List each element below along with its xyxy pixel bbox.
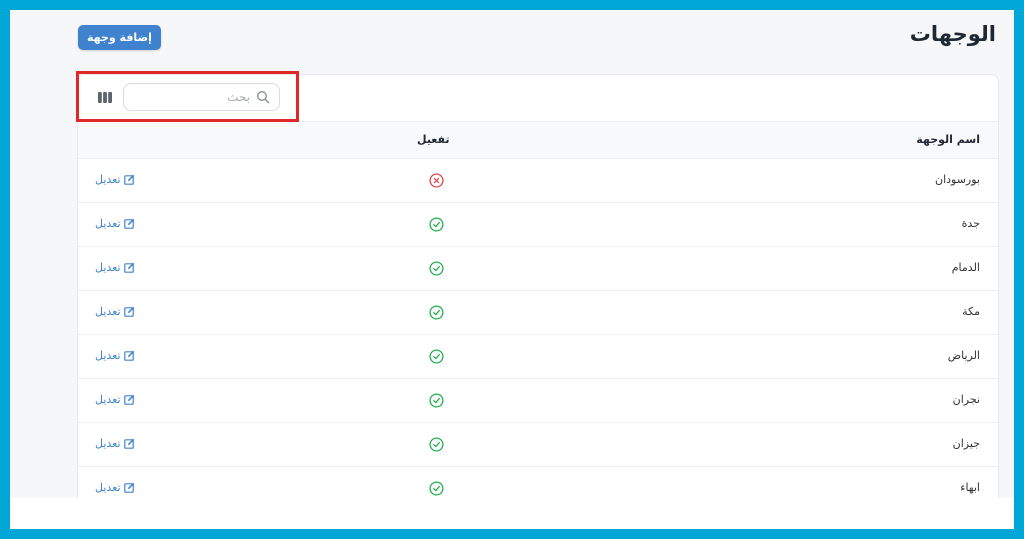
edit-icon	[123, 438, 134, 449]
edit-icon	[123, 218, 134, 229]
table-row: ابهاء تعديل	[78, 467, 998, 498]
table-header: اسم الوجهة تفعيل	[78, 121, 998, 159]
active-status	[429, 481, 444, 498]
edit-link[interactable]: تعديل	[95, 173, 135, 186]
active-status	[429, 305, 444, 324]
edit-link[interactable]: تعديل	[95, 437, 135, 450]
search-input[interactable]	[124, 84, 254, 110]
app-viewport: الوجهات إضافة وجهة اسم الوجهة	[10, 10, 1014, 498]
active-status	[429, 349, 444, 368]
screenshot-frame: الوجهات إضافة وجهة اسم الوجهة	[10, 10, 1014, 529]
edit-label: تعديل	[95, 217, 121, 230]
edit-icon	[123, 174, 134, 185]
destination-name: بورسودان	[935, 173, 980, 186]
column-header-name: اسم الوجهة	[916, 133, 980, 146]
search-icon	[256, 90, 270, 104]
columns-icon[interactable]	[98, 92, 112, 103]
table-toolbar	[78, 75, 998, 121]
active-check-icon	[429, 481, 444, 496]
active-status	[429, 217, 444, 236]
table-row: مكة تعديل	[78, 291, 998, 335]
table-row: جيزان تعديل	[78, 423, 998, 467]
edit-label: تعديل	[95, 261, 121, 274]
active-check-icon	[429, 393, 444, 408]
destination-name: جيزان	[952, 437, 980, 450]
edit-icon	[123, 350, 134, 361]
edit-link[interactable]: تعديل	[95, 393, 135, 406]
search-box[interactable]	[123, 83, 280, 111]
active-status	[429, 261, 444, 280]
edit-label: تعديل	[95, 349, 121, 362]
active-status	[429, 437, 444, 456]
edit-icon	[123, 306, 134, 317]
active-status	[429, 393, 444, 412]
destination-name: مكة	[962, 305, 980, 318]
active-check-icon	[429, 305, 444, 320]
destinations-card: اسم الوجهة تفعيل بورسودانتعديلجدةتعديلال…	[77, 74, 999, 498]
edit-label: تعديل	[95, 437, 121, 450]
destination-name: نجران	[952, 393, 980, 406]
table-row: الرياض تعديل	[78, 335, 998, 379]
inactive-x-icon	[429, 173, 444, 188]
active-status	[429, 173, 444, 192]
edit-icon	[123, 482, 134, 493]
table-row: جدة تعديل	[78, 203, 998, 247]
edit-icon	[123, 394, 134, 405]
add-destination-button[interactable]: إضافة وجهة	[78, 25, 161, 50]
active-check-icon	[429, 437, 444, 452]
table-row: نجران تعديل	[78, 379, 998, 423]
destination-name: ابهاء	[960, 481, 980, 494]
edit-icon	[123, 262, 134, 273]
edit-link[interactable]: تعديل	[95, 217, 135, 230]
table-row: الدمام تعديل	[78, 247, 998, 291]
active-check-icon	[429, 349, 444, 364]
page-title: الوجهات	[909, 22, 996, 46]
edit-link[interactable]: تعديل	[95, 349, 135, 362]
edit-link[interactable]: تعديل	[95, 305, 135, 318]
destination-name: الدمام	[951, 261, 980, 274]
edit-link[interactable]: تعديل	[95, 261, 135, 274]
active-check-icon	[429, 261, 444, 276]
table-row: بورسودان تعديل	[78, 159, 998, 203]
active-check-icon	[429, 217, 444, 232]
edit-link[interactable]: تعديل	[95, 481, 135, 494]
destination-name: جدة	[961, 217, 980, 230]
edit-label: تعديل	[95, 481, 121, 494]
edit-label: تعديل	[95, 173, 121, 186]
column-header-active: تفعيل	[417, 133, 450, 146]
destination-name: الرياض	[947, 349, 980, 362]
edit-label: تعديل	[95, 305, 121, 318]
edit-label: تعديل	[95, 393, 121, 406]
table-body: بورسودان تعديل جدة تعديل الدمام تعديل مكة تعديل…	[78, 159, 998, 498]
